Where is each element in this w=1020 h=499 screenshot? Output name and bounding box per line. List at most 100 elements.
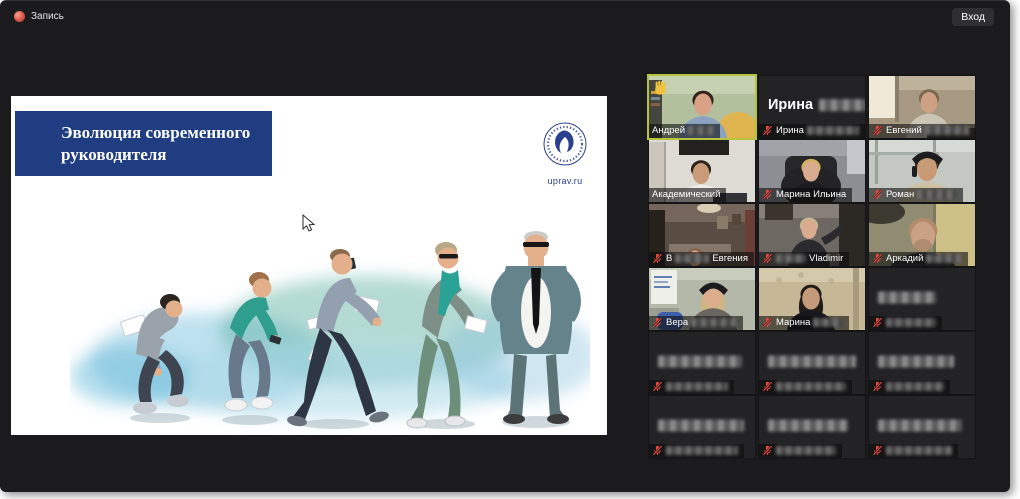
- participant-big-name: [768, 356, 856, 368]
- name-text: Марина: [776, 317, 810, 328]
- participant-tile-vladimir[interactable]: Vladimir: [759, 204, 865, 266]
- mouse-cursor: [302, 214, 315, 233]
- redacted-name-blur: [768, 420, 848, 432]
- name-text: Андрей: [652, 125, 685, 136]
- participant-big-name: Ирина: [768, 97, 865, 113]
- participant-tile-ирина[interactable]: Ирина Ирина: [759, 76, 865, 138]
- redacted-text-blur: [886, 318, 936, 327]
- participant-name-label: Роман: [869, 188, 963, 202]
- participant-tile[interactable]: [649, 396, 755, 458]
- muted-mic-icon: [762, 317, 773, 328]
- participant-big-name: [658, 356, 742, 368]
- muted-mic-icon: [872, 253, 883, 264]
- uprav-logo-emblem-icon: [541, 120, 589, 168]
- participant-big-name: [658, 420, 744, 432]
- slide-title-banner: Эволюция современного руководителя: [15, 111, 272, 176]
- redacted-text-blur: [886, 382, 944, 391]
- redacted-text-blur: [776, 254, 806, 263]
- participant-tile-роман[interactable]: Роман: [869, 140, 975, 202]
- name-text: Роман: [886, 189, 914, 200]
- redacted-text-blur: [776, 446, 836, 455]
- raised-hand-icon: [653, 80, 668, 96]
- participant-name-label: Аркадий: [869, 252, 968, 266]
- muted-mic-icon: [762, 253, 773, 264]
- name-text: Евгений: [886, 125, 922, 136]
- participant-tile[interactable]: [869, 396, 975, 458]
- participant-tile-евгений[interactable]: Евгений: [869, 76, 975, 138]
- name-text: Ирина: [776, 125, 804, 136]
- participant-tile[interactable]: [759, 332, 865, 394]
- participant-big-name: [878, 356, 954, 368]
- video-grid: Андрей Ирина Ирина Евгений Академический Мари…: [649, 76, 975, 458]
- redacted-text-blur: [675, 254, 709, 263]
- participant-tile[interactable]: [759, 396, 865, 458]
- slide-illustration: [70, 206, 590, 436]
- participant-name-label: Ирина: [759, 124, 865, 138]
- muted-mic-icon: [762, 445, 773, 456]
- redacted-text-blur: [666, 446, 738, 455]
- muted-mic-icon: [872, 317, 883, 328]
- participant-tile-марина[interactable]: Марина: [759, 268, 865, 330]
- participant-name-label: Академический: [649, 188, 726, 202]
- login-button[interactable]: Вход: [952, 8, 994, 26]
- participant-tile-евгения[interactable]: В Евгения: [649, 204, 755, 266]
- redacted-text-blur: [925, 126, 969, 135]
- redacted-text-blur: [886, 446, 952, 455]
- name-text: Марина Ильина: [776, 189, 846, 200]
- participant-name-label: Vladimir: [759, 252, 849, 266]
- name-text: Вера: [666, 317, 688, 328]
- redacted-name-blur: [658, 356, 742, 368]
- name-text: Евгения: [712, 253, 748, 264]
- participant-name-label: В Евгения: [649, 252, 754, 266]
- uprav-logo: uprav.ru: [537, 120, 593, 186]
- redacted-text-blur: [813, 318, 843, 327]
- muted-mic-icon: [652, 445, 663, 456]
- participant-name-label: Марина: [759, 316, 849, 330]
- redacted-text-blur: [691, 318, 737, 327]
- redacted-name-blur: [819, 99, 865, 111]
- name-text: В: [666, 253, 672, 264]
- participant-tile[interactable]: [869, 332, 975, 394]
- recording-dot-icon: [14, 11, 25, 22]
- redacted-text-blur: [917, 190, 957, 199]
- participant-name-label: Андрей: [649, 124, 720, 138]
- participant-big-name: [768, 420, 848, 432]
- participant-tile-академический[interactable]: Академический: [649, 140, 755, 202]
- recording-label: Запись: [31, 11, 64, 22]
- meeting-window: Запись Вход Эволюция современного руково…: [0, 0, 1010, 492]
- redacted-name-blur: [658, 420, 744, 432]
- participant-tile[interactable]: [869, 268, 975, 330]
- participant-name-label: [649, 380, 734, 394]
- muted-mic-icon: [872, 381, 883, 392]
- shared-screen-slide: Эволюция современного руководителя uprav…: [11, 96, 607, 435]
- slide-title-line1: Эволюция современного: [61, 122, 272, 144]
- participant-tile[interactable]: [649, 332, 755, 394]
- muted-mic-icon: [872, 445, 883, 456]
- redacted-text-blur: [807, 126, 859, 135]
- participant-tile-вера[interactable]: Вера: [649, 268, 755, 330]
- redacted-text-blur: [776, 382, 846, 391]
- uprav-logo-url: uprav.ru: [537, 176, 593, 186]
- participant-tile-аркадий[interactable]: Аркадий: [869, 204, 975, 266]
- recording-indicator: Запись: [14, 11, 64, 22]
- redacted-name-blur: [878, 420, 962, 432]
- muted-mic-icon: [762, 381, 773, 392]
- name-text: Vladimir: [809, 253, 843, 264]
- muted-mic-icon: [652, 253, 663, 264]
- participant-big-name: [878, 292, 936, 304]
- muted-mic-icon: [652, 317, 663, 328]
- redacted-name-blur: [878, 292, 936, 304]
- participant-tile-андрей[interactable]: Андрей: [649, 76, 755, 138]
- participant-tile-марина-ильина[interactable]: Марина Ильина: [759, 140, 865, 202]
- redacted-name-blur: [768, 356, 856, 368]
- participant-name-label: [649, 444, 744, 458]
- participant-name-label: [759, 380, 852, 394]
- participant-name-label: Евгений: [869, 124, 975, 138]
- participant-big-name: [878, 420, 962, 432]
- participant-name-label: Вера: [649, 316, 743, 330]
- participant-name-label: [869, 444, 958, 458]
- participant-name-label: Марина Ильина: [759, 188, 852, 202]
- redacted-text-blur: [666, 382, 728, 391]
- slide-title-line2: руководителя: [61, 144, 272, 166]
- participant-name-label: [759, 444, 842, 458]
